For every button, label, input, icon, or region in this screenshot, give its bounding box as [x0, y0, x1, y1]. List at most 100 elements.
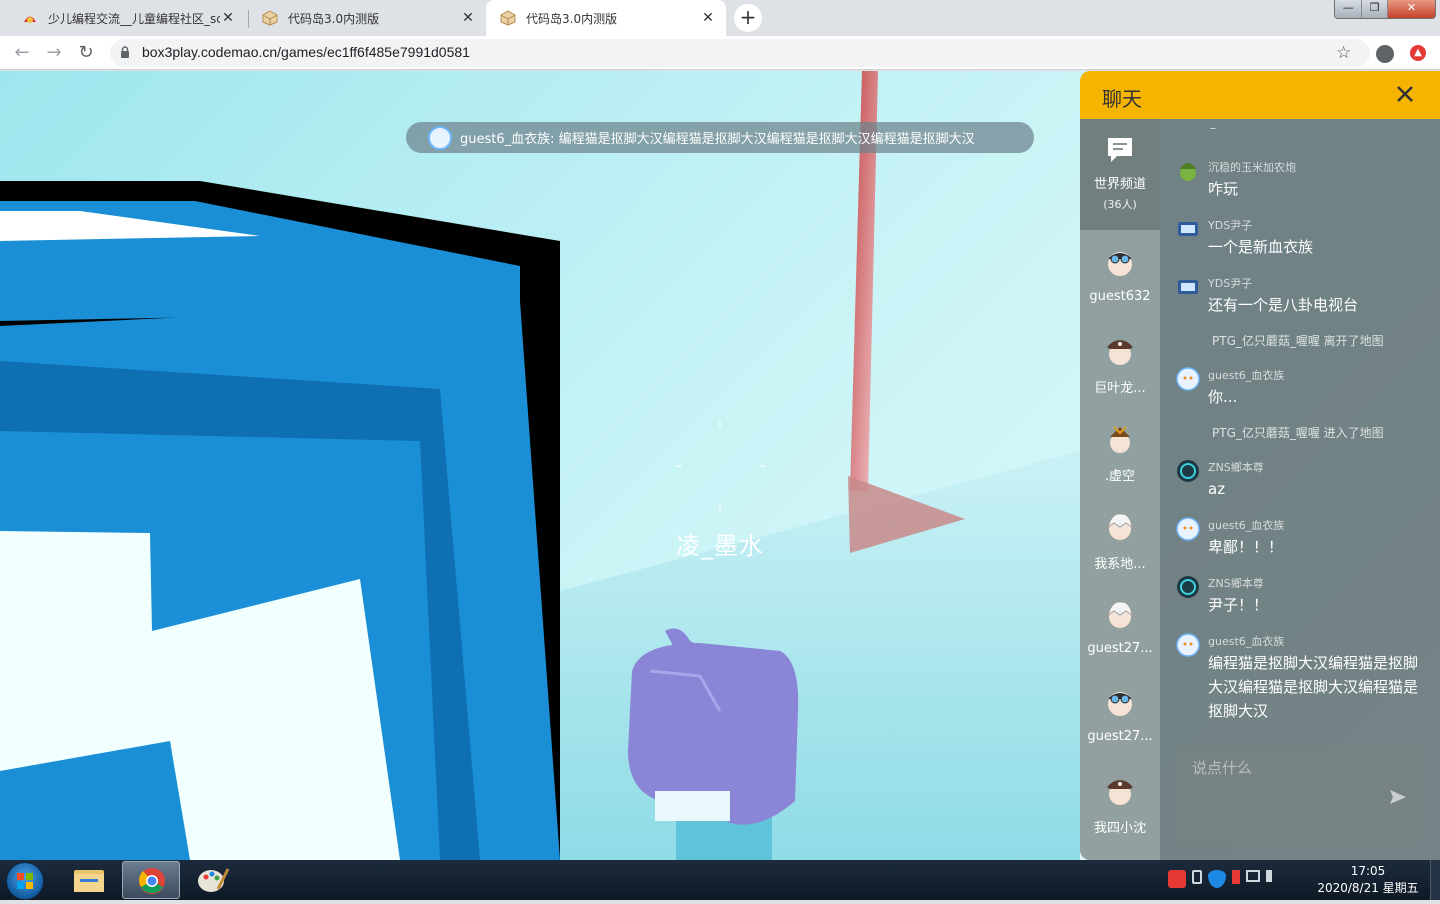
chat-input-placeholder: 说点什么 — [1192, 759, 1253, 777]
plant-avatar-icon — [1180, 163, 1196, 181]
message-text: 编程猫是抠脚大汉编程猫是抠脚大汉编程猫是抠脚大汉编程猫是抠脚大汉 — [1208, 654, 1419, 720]
network-icon[interactable] — [1246, 870, 1260, 882]
paint-icon — [198, 868, 230, 892]
message-username: 沉稳的玉米加农炮 — [1208, 161, 1296, 174]
message-text: 尹子！！ — [1208, 596, 1269, 614]
window-close-button[interactable]: ✕ — [1386, 0, 1435, 18]
member-name: guest27... — [1087, 729, 1153, 744]
forward-arrow-icon[interactable]: → — [42, 41, 66, 65]
cat-avatar-icon — [428, 125, 452, 150]
cat-avatar-icon — [1176, 367, 1200, 391]
cat-avatar-icon — [1176, 517, 1200, 541]
show-desktop-button[interactable] — [1430, 860, 1440, 900]
bookmark-star-icon[interactable]: ☆ — [1336, 43, 1351, 63]
member-item[interactable]: guest27... — [1080, 687, 1160, 775]
tab-box3-beta[interactable]: 代码岛3.0内测版 ✕ — [248, 0, 486, 36]
tab-strip: 少儿编程交流__儿童编程社区_sc ✕ 代码岛3.0内测版 ✕ 代码岛3.0内测… — [0, 0, 1440, 36]
goggles-avatar-icon — [1108, 252, 1132, 276]
member-item[interactable]: 巨叶龙... — [1080, 335, 1160, 423]
player-name-label: 凌_墨水 — [676, 532, 764, 560]
world-channel-tab[interactable]: 世界频道 (36人) — [1080, 119, 1160, 230]
message-username: guest6_血衣族 — [1208, 519, 1285, 532]
dark-orb-avatar-icon — [1177, 576, 1199, 598]
profile-avatar-icon[interactable] — [1376, 45, 1394, 63]
world-channel-count: (36人) — [1103, 198, 1137, 211]
tab-title: 少儿编程交流__儿童编程社区_sc — [48, 11, 220, 26]
message-text: 一个是新血衣族 — [1208, 238, 1314, 256]
chat-message-area[interactable]: – 沉稳的玉米加农炮 咋玩 YDS尹子 一个是新血衣族 YDS尹子 还有一个是八… — [1160, 119, 1440, 860]
member-item[interactable]: .虚空 — [1080, 423, 1160, 511]
lock-icon — [121, 46, 129, 58]
member-name: 我四小沈 — [1093, 821, 1146, 836]
member-name: 巨叶龙... — [1094, 381, 1146, 396]
floor — [560, 451, 1080, 860]
url-text: box3play.codemao.cn/games/ec1ff6f485e799… — [142, 44, 470, 60]
dark-orb-avatar-icon — [1177, 460, 1199, 482]
reload-icon[interactable]: ↻ — [74, 41, 98, 65]
tab-title: 代码岛3.0内测版 — [526, 11, 618, 26]
white-hair-avatar-icon — [1107, 601, 1133, 628]
security-shield-icon[interactable] — [1208, 870, 1226, 888]
taskbar-app-paint[interactable] — [184, 861, 242, 899]
message-username: YDS尹子 — [1208, 219, 1253, 232]
message-text: 卑鄙！！！ — [1208, 538, 1284, 556]
samurai-avatar-icon — [1110, 426, 1130, 453]
close-icon[interactable] — [1392, 81, 1418, 107]
taskbar-app-chrome[interactable] — [122, 861, 180, 899]
game-viewport[interactable]: guest6_血衣族: 编程猫是抠脚大汉编程猫是抠脚大汉编程猫是抠脚大汉编程猫是… — [0, 71, 1440, 860]
message-username: guest6_血衣族 — [1208, 635, 1285, 648]
tab-close-button[interactable]: ✕ — [700, 10, 716, 26]
world-channel-label: 世界频道 — [1093, 177, 1146, 192]
browser-toolbar: ← → ↻ box3play.codemao.cn/games/ec1ff6f4… — [0, 36, 1440, 70]
back-arrow-icon[interactable]: ← — [10, 41, 34, 65]
pirate-hat-avatar-icon — [1107, 340, 1133, 365]
chat-member-sidebar: 世界频道 (36人) guest632 巨叶龙... .虚空 我系地... gu… — [1080, 119, 1160, 860]
codemao-logo-icon — [24, 16, 36, 23]
tab-box3-beta-active[interactable]: 代码岛3.0内测版 ✕ — [486, 0, 726, 36]
new-tab-button[interactable]: + — [734, 4, 762, 32]
chat-bubble-icon — [1108, 138, 1132, 162]
taskbar-app-explorer[interactable] — [60, 861, 118, 899]
message-text: 还有一个是八卦电视台 — [1208, 296, 1359, 314]
chat-input[interactable]: 说点什么 — [1176, 745, 1424, 845]
box-icon — [262, 10, 278, 26]
start-button[interactable] — [6, 862, 44, 900]
volume-icon[interactable] — [1266, 870, 1272, 882]
clock-time: 17:05 — [1350, 864, 1386, 878]
sogou-input-icon[interactable] — [1168, 870, 1186, 888]
taskbar: 17:05 2020/8/21 星期五 — [0, 860, 1440, 900]
white-hair-avatar-icon — [1107, 513, 1133, 540]
chat-title: 聊天 — [1102, 87, 1142, 111]
chat-header: 聊天 — [1080, 71, 1440, 119]
member-name: 我系地... — [1094, 557, 1146, 572]
window-controls: — ❐ ✕ — [1334, 0, 1436, 19]
pet-base — [655, 791, 730, 821]
system-message: PTG_亿只蘑菇_喔喔 离开了地图 — [1212, 334, 1384, 348]
tab-close-button[interactable]: ✕ — [460, 10, 476, 26]
clock[interactable]: 17:05 2020/8/21 星期五 — [1316, 863, 1420, 897]
extension-icon[interactable]: ▲ — [1410, 45, 1426, 61]
flag-icon[interactable] — [1232, 870, 1240, 884]
minimize-button[interactable]: — — [1335, 0, 1362, 18]
message-username: ZNS鄉本尊 — [1208, 577, 1264, 590]
system-tray — [1168, 870, 1272, 888]
message-text: 咋玩 — [1208, 180, 1239, 198]
tab-close-button[interactable]: ✕ — [220, 10, 236, 26]
message-text: az — [1208, 480, 1226, 498]
member-item[interactable]: 我系地... — [1080, 511, 1160, 599]
network-share-icon[interactable] — [1192, 870, 1202, 884]
address-bar[interactable]: box3play.codemao.cn/games/ec1ff6f485e799… — [110, 39, 1370, 67]
message-username: ZNS鄉本尊 — [1208, 461, 1264, 474]
maximize-button[interactable]: ❐ — [1361, 0, 1387, 18]
chrome-icon — [139, 868, 165, 894]
file-explorer-icon — [74, 870, 104, 892]
send-icon[interactable] — [1388, 787, 1408, 807]
tab-codemao-community[interactable]: 少儿编程交流__儿童编程社区_sc ✕ — [8, 0, 246, 36]
clock-date: 2020/8/21 星期五 — [1317, 881, 1419, 895]
member-name: guest632 — [1089, 289, 1151, 304]
member-item[interactable]: guest27... — [1080, 599, 1160, 687]
member-item[interactable]: 我四小沈 — [1080, 775, 1160, 860]
member-name: guest27... — [1087, 641, 1153, 656]
member-item[interactable]: guest632 — [1080, 247, 1160, 335]
cat-avatar-icon — [1176, 633, 1200, 657]
